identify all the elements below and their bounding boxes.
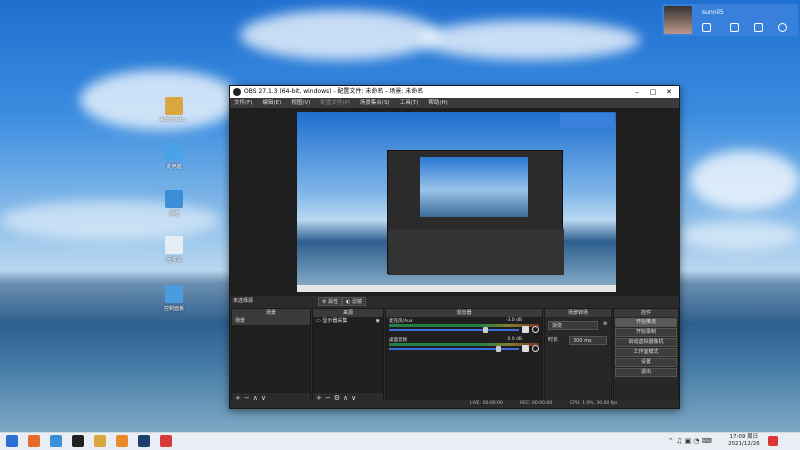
obs-titlebar[interactable]: OBS 27.1.3 (64-bit, windows) - 配置文件: 未命名…: [230, 86, 679, 98]
controls-title: 控件: [614, 309, 678, 317]
desktop-icon[interactable]: Administr...: [160, 97, 188, 123]
search-icon[interactable]: [778, 23, 787, 32]
tray-icons[interactable]: ⌃ ♫ ▣ ◔ ⌨: [668, 437, 712, 445]
mixer-title: 混音器: [386, 309, 542, 317]
taskbar-app-icon[interactable]: [50, 435, 62, 447]
taskbar-app-icon[interactable]: [72, 435, 84, 447]
rec-status: REC: 00:00:00: [520, 401, 553, 406]
desktop-icon-image: [165, 236, 183, 254]
close-icon[interactable]: ✕: [662, 86, 676, 98]
window-title: OBS 27.1.3 (64-bit, windows) - 配置文件: 未命名…: [244, 88, 424, 95]
control-button[interactable]: 开始录制: [615, 328, 677, 337]
desktop-icon-image: [165, 190, 183, 208]
source-item[interactable]: ▭ 显示器采集 ◉: [313, 317, 383, 325]
clock[interactable]: 17:09 周日 2021/12/26: [728, 434, 760, 448]
eye-icon: ◉: [375, 318, 380, 324]
filters-button[interactable]: ◐ 滤镜: [342, 297, 366, 306]
control-button[interactable]: 退出: [615, 368, 677, 377]
menu-bar: 文件(F) 编辑(E) 视图(V) 配置文件(P) 场景集合(S) 工具(T) 帮助(H): [230, 98, 679, 108]
desktop-icon-image: [165, 285, 183, 303]
control-button[interactable]: 开始推流: [615, 318, 677, 327]
control-button[interactable]: 启动虚拟摄像机: [615, 338, 677, 347]
status-bar: LIVE: 00:00:00 REC: 00:00:00 CPU: 1.0%, …: [230, 400, 679, 408]
taskbar-app-icon[interactable]: [6, 435, 18, 447]
source-toolbar: 未选择源 ⚙ 属性 ◐ 滤镜: [230, 296, 679, 307]
preview-area[interactable]: [230, 108, 679, 296]
mixer-dock: 混音器 麦克风/Aux -3.0 dB 桌面音频 0.0 dB: [385, 308, 543, 404]
avatar[interactable]: [664, 6, 692, 34]
menu-item[interactable]: 工具(T): [400, 98, 419, 108]
no-source-selected: 未选择源: [233, 298, 254, 304]
desktop-icon-label: 控制面板: [163, 306, 184, 312]
desktop-icon[interactable]: 控制面板: [160, 285, 188, 312]
desktop-icon[interactable]: 回收站: [160, 236, 188, 263]
notification-icon[interactable]: [768, 436, 778, 446]
properties-button[interactable]: ⚙ 属性: [318, 297, 343, 306]
gear-icon[interactable]: [532, 345, 539, 352]
desktop-icon-label: Administr...: [160, 117, 189, 123]
gear-icon[interactable]: [532, 326, 539, 333]
live-status: LIVE: 00:00:00: [470, 401, 503, 406]
volume-knob[interactable]: [495, 346, 501, 352]
speaker-icon[interactable]: [522, 345, 529, 352]
transition-select[interactable]: 渐变: [548, 321, 598, 330]
transitions-title: 场景转场: [545, 309, 611, 317]
controls-dock: 控件 开始推流 开始录制 启动虚拟摄像机 工作室模式 设置 退出: [613, 308, 679, 404]
volume-meter: [389, 324, 539, 327]
preview-canvas[interactable]: [297, 112, 616, 292]
desktop-icon[interactable]: 网络: [160, 190, 188, 217]
desktop-icon-image: [165, 143, 183, 161]
sources-title: 来源: [313, 309, 383, 317]
scene-item[interactable]: 场景: [232, 317, 310, 325]
menu-item[interactable]: 配置文件(P): [320, 98, 350, 108]
taskbar-app-icon[interactable]: [160, 435, 172, 447]
transition-settings-icon[interactable]: ⚙: [603, 321, 607, 327]
duration-input[interactable]: 300 ms: [569, 336, 607, 345]
taskbar-app-icon[interactable]: [28, 435, 40, 447]
desktop-icon-image: [165, 97, 183, 115]
sources-dock: 来源 ▭ 显示器采集 ◉ +−⚙∧∨: [312, 308, 384, 404]
desktop-icon-label: 回收站: [166, 257, 182, 263]
scenes-dock: 场景 场景 +−∧∨: [231, 308, 311, 404]
transitions-dock: 场景转场 渐变 ⚙ 时长 300 ms: [544, 308, 612, 404]
desktop-icon-label: 此电脑: [166, 164, 182, 170]
desktop-icon[interactable]: 此电脑: [160, 143, 188, 170]
wallet-icon[interactable]: [754, 23, 763, 32]
menu-item[interactable]: 文件(F): [234, 98, 252, 108]
menu-item[interactable]: 帮助(H): [428, 98, 447, 108]
mail-icon[interactable]: [730, 23, 739, 32]
duration-label: 时长: [548, 337, 559, 343]
speaker-icon[interactable]: [522, 326, 529, 333]
desktop-icon-label: 网络: [168, 211, 179, 217]
mixer-channel: 桌面音频 0.0 dB: [386, 336, 542, 355]
channel-db: -3.0 dB: [505, 318, 522, 323]
taskbar-app-icon[interactable]: [138, 435, 150, 447]
scenes-title: 场景: [232, 309, 310, 317]
minimize-icon[interactable]: –: [630, 86, 644, 98]
mixer-channel: 麦克风/Aux -3.0 dB: [386, 317, 542, 336]
control-button[interactable]: 工作室模式: [615, 348, 677, 357]
qq-username: sunnil5: [702, 9, 724, 16]
qzone-icon[interactable]: [702, 23, 711, 32]
control-button[interactable]: 设置: [615, 358, 677, 367]
volume-slider[interactable]: [389, 329, 519, 331]
volume-knob[interactable]: [482, 327, 488, 333]
volume-meter: [389, 343, 539, 346]
obs-window[interactable]: OBS 27.1.3 (64-bit, windows) - 配置文件: 未命名…: [229, 85, 680, 409]
menu-item[interactable]: 视图(V): [291, 98, 310, 108]
menu-item[interactable]: 编辑(E): [262, 98, 281, 108]
channel-db: 0.0 dB: [507, 337, 522, 342]
taskbar-app-icon[interactable]: [94, 435, 106, 447]
menu-item[interactable]: 场景集合(S): [360, 98, 390, 108]
obs-logo-icon: [233, 88, 241, 96]
taskbar: ⌃ ♫ ▣ ◔ ⌨ 17:09 周日 2021/12/26: [0, 432, 800, 450]
qq-panel[interactable]: sunnil5: [662, 4, 798, 36]
taskbar-app-icon[interactable]: [116, 435, 128, 447]
cpu-status: CPU: 1.0%, 30.00 fps: [570, 401, 618, 406]
maximize-icon[interactable]: □: [646, 86, 660, 98]
